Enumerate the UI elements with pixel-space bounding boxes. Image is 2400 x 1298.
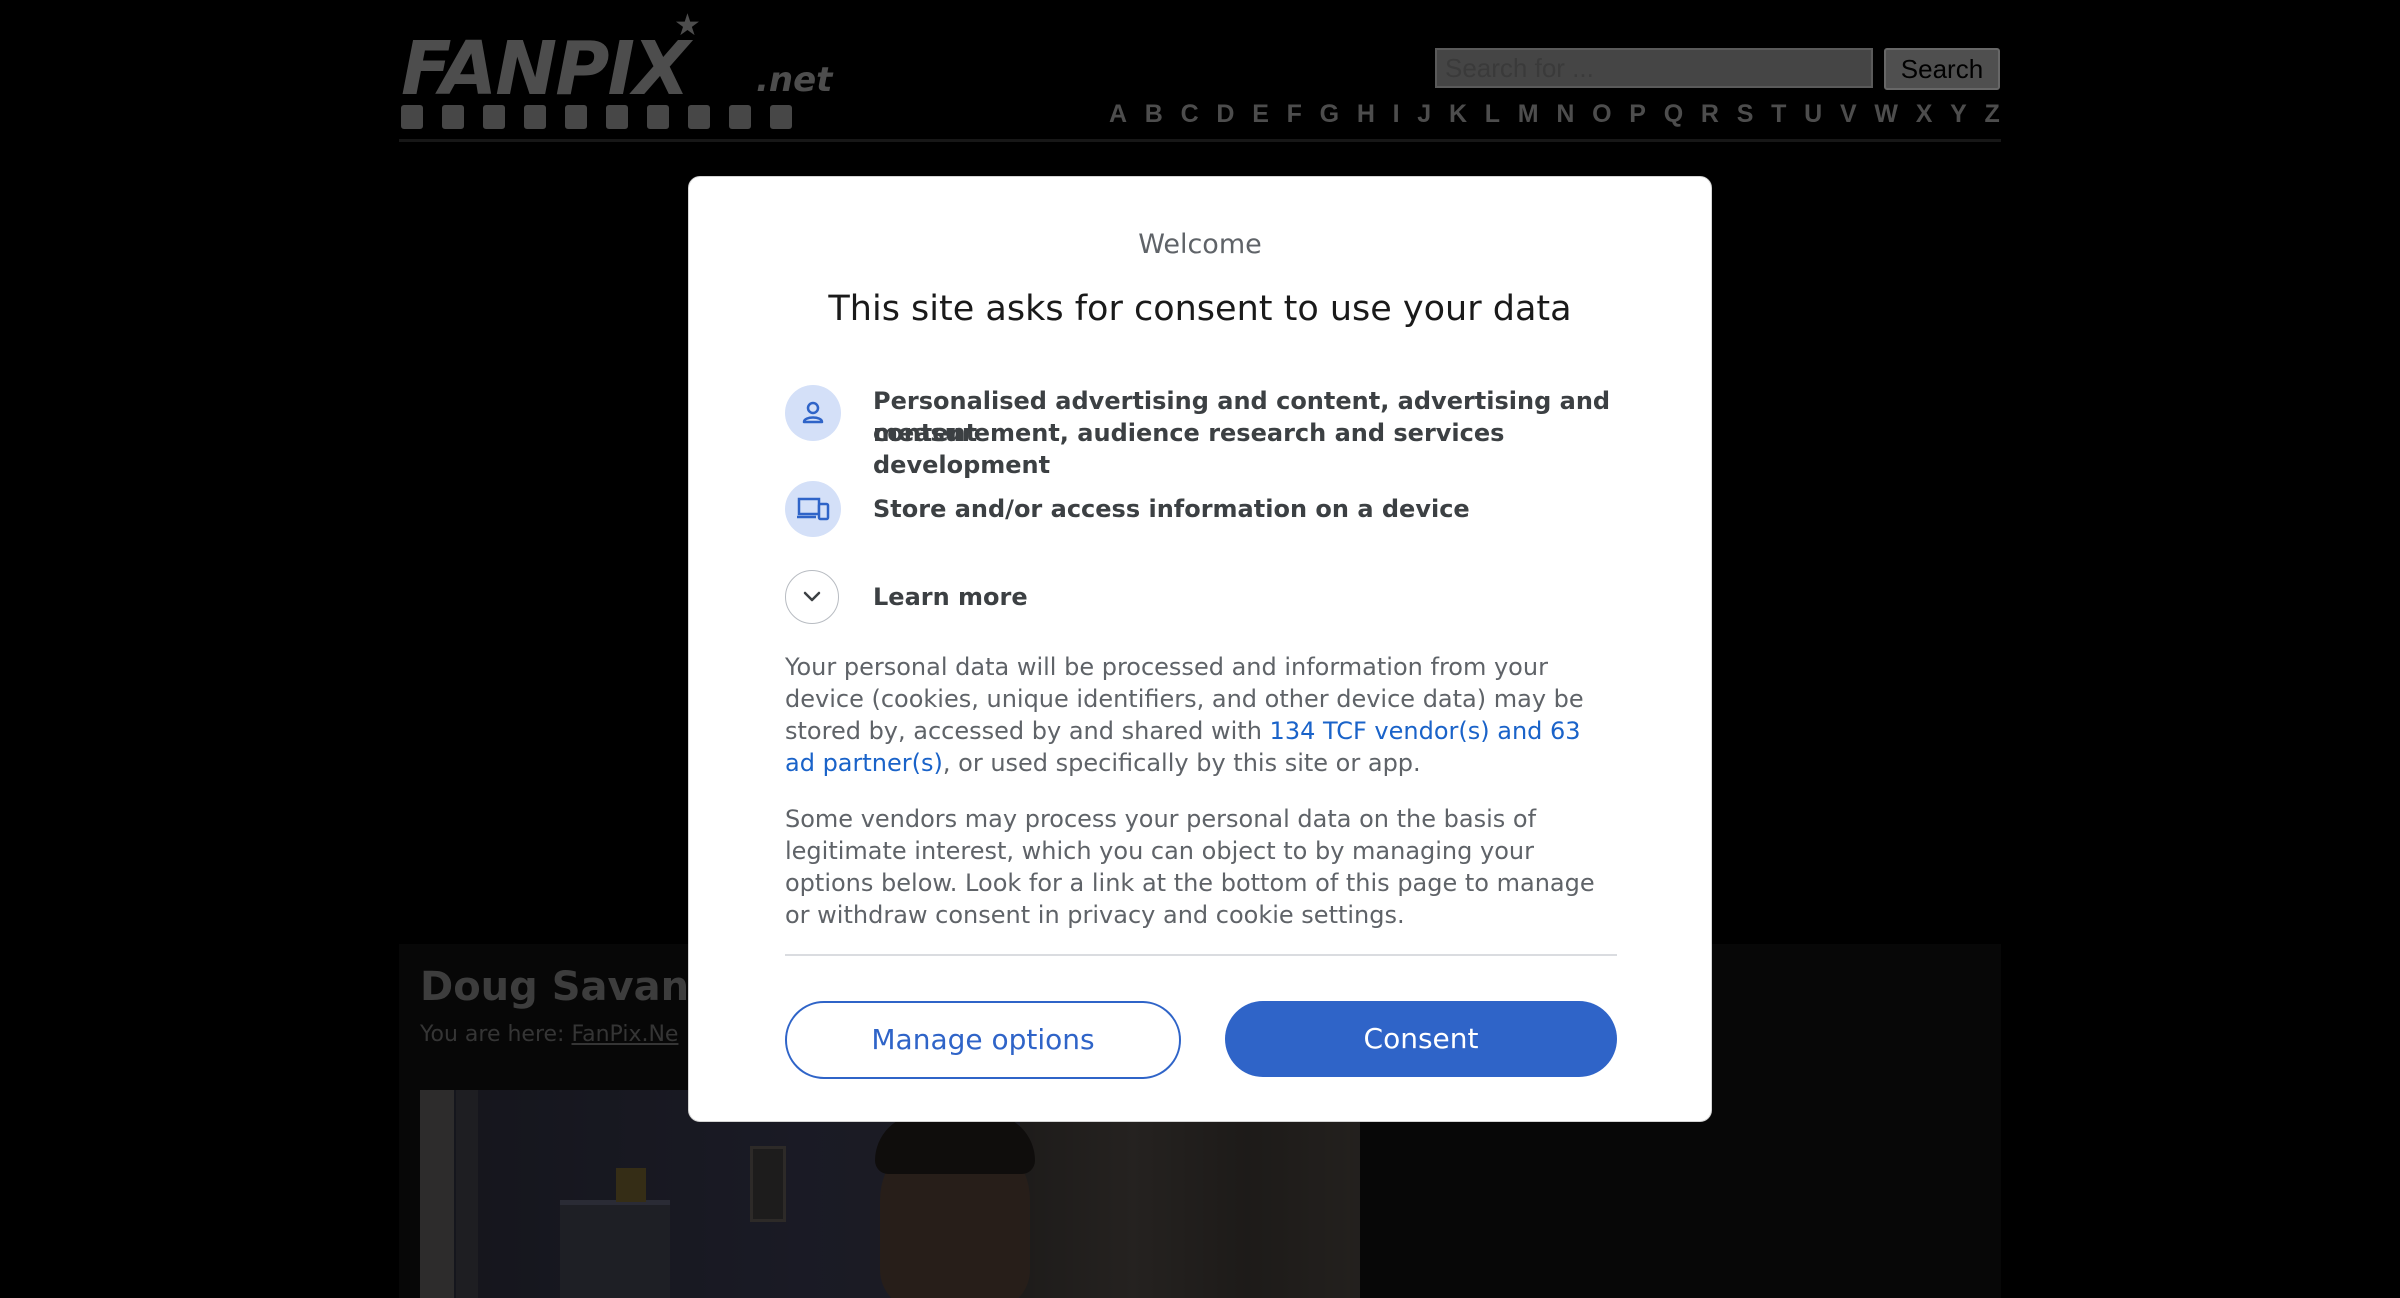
para1-tail: , or used specifically by this site or a… xyxy=(942,749,1421,777)
chevron-down-icon[interactable] xyxy=(785,570,839,624)
purpose-device-storage: Store and/or access information on a dev… xyxy=(785,481,1625,537)
purpose-personalised-ads: Personalised advertising and content, ad… xyxy=(785,385,1625,479)
dialog-divider xyxy=(785,954,1617,956)
purpose-label: Store and/or access information on a dev… xyxy=(873,495,1470,523)
learn-more-toggle[interactable]: Learn more xyxy=(785,570,1625,626)
devices-icon xyxy=(785,481,841,537)
consent-button[interactable]: Consent xyxy=(1225,1001,1617,1077)
dialog-welcome: Welcome xyxy=(1138,229,1262,260)
learn-more-label[interactable]: Learn more xyxy=(873,581,1028,613)
consent-dialog: Welcome This site asks for consent to us… xyxy=(688,176,1712,1122)
purpose-label-line2: measurement, audience research and servi… xyxy=(873,419,1505,479)
legitimate-interest-text: Some vendors may process your personal d… xyxy=(785,805,1595,929)
dialog-title: This site asks for consent to use your d… xyxy=(828,289,1572,329)
manage-options-button[interactable]: Manage options xyxy=(785,1001,1181,1079)
person-icon xyxy=(785,385,841,441)
data-processing-text: Your personal data will be processed and… xyxy=(785,651,1615,779)
